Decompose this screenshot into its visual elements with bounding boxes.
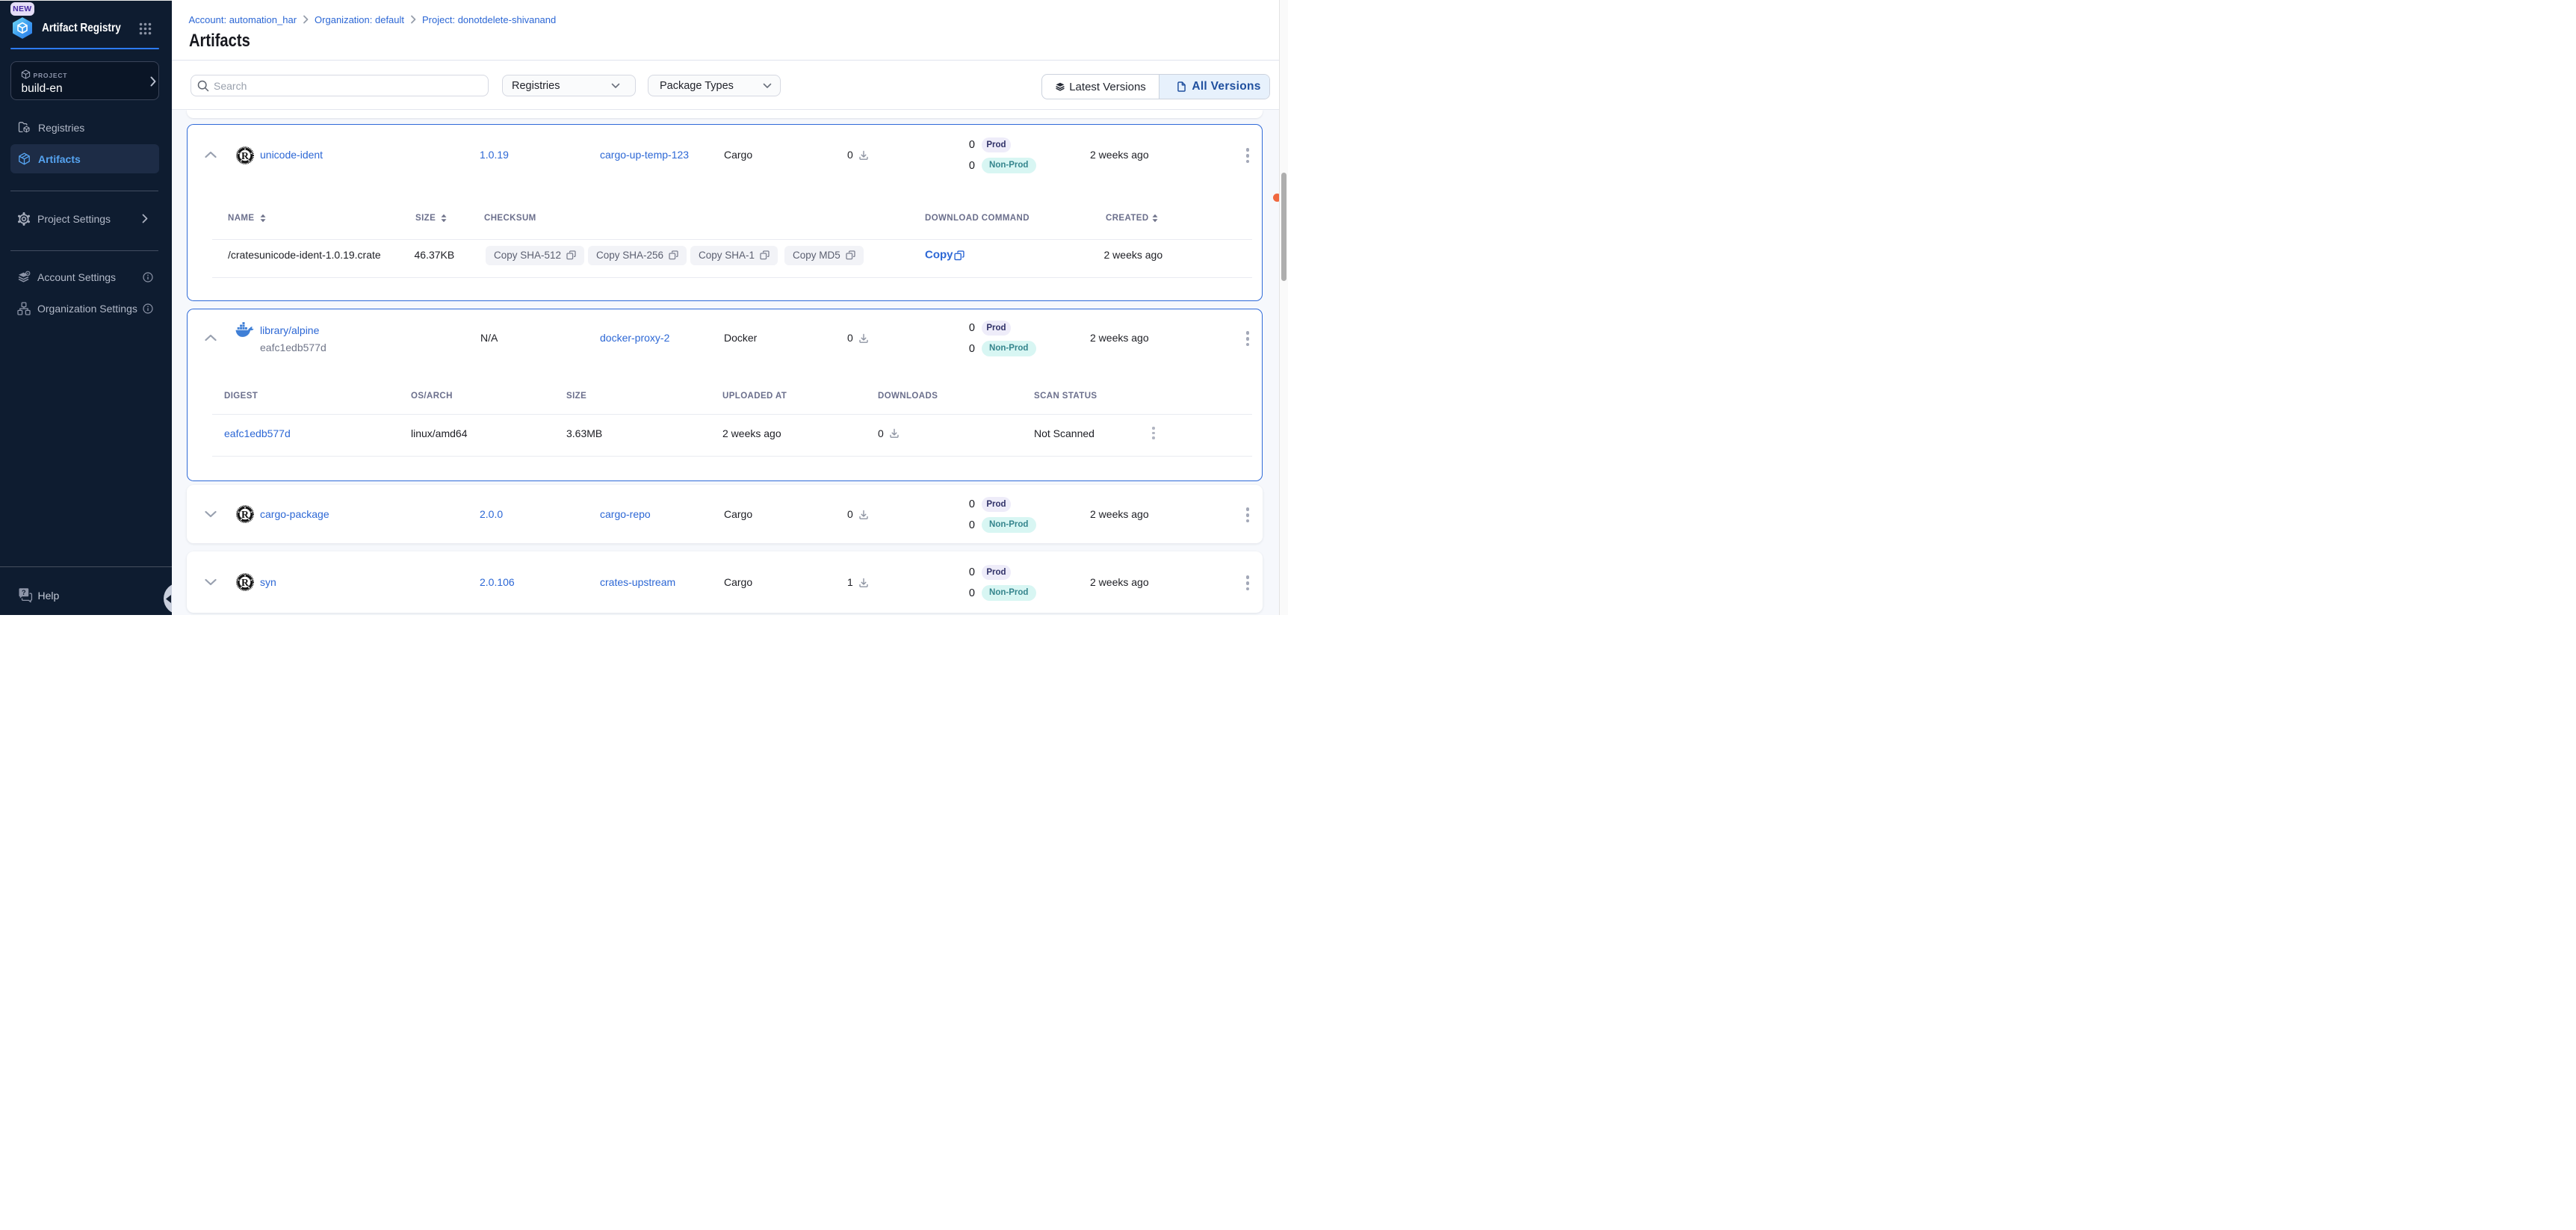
- svg-text:R: R: [241, 509, 250, 520]
- svg-text:R: R: [241, 149, 250, 161]
- svg-text:?: ?: [22, 589, 26, 597]
- svg-text:R: R: [241, 577, 250, 588]
